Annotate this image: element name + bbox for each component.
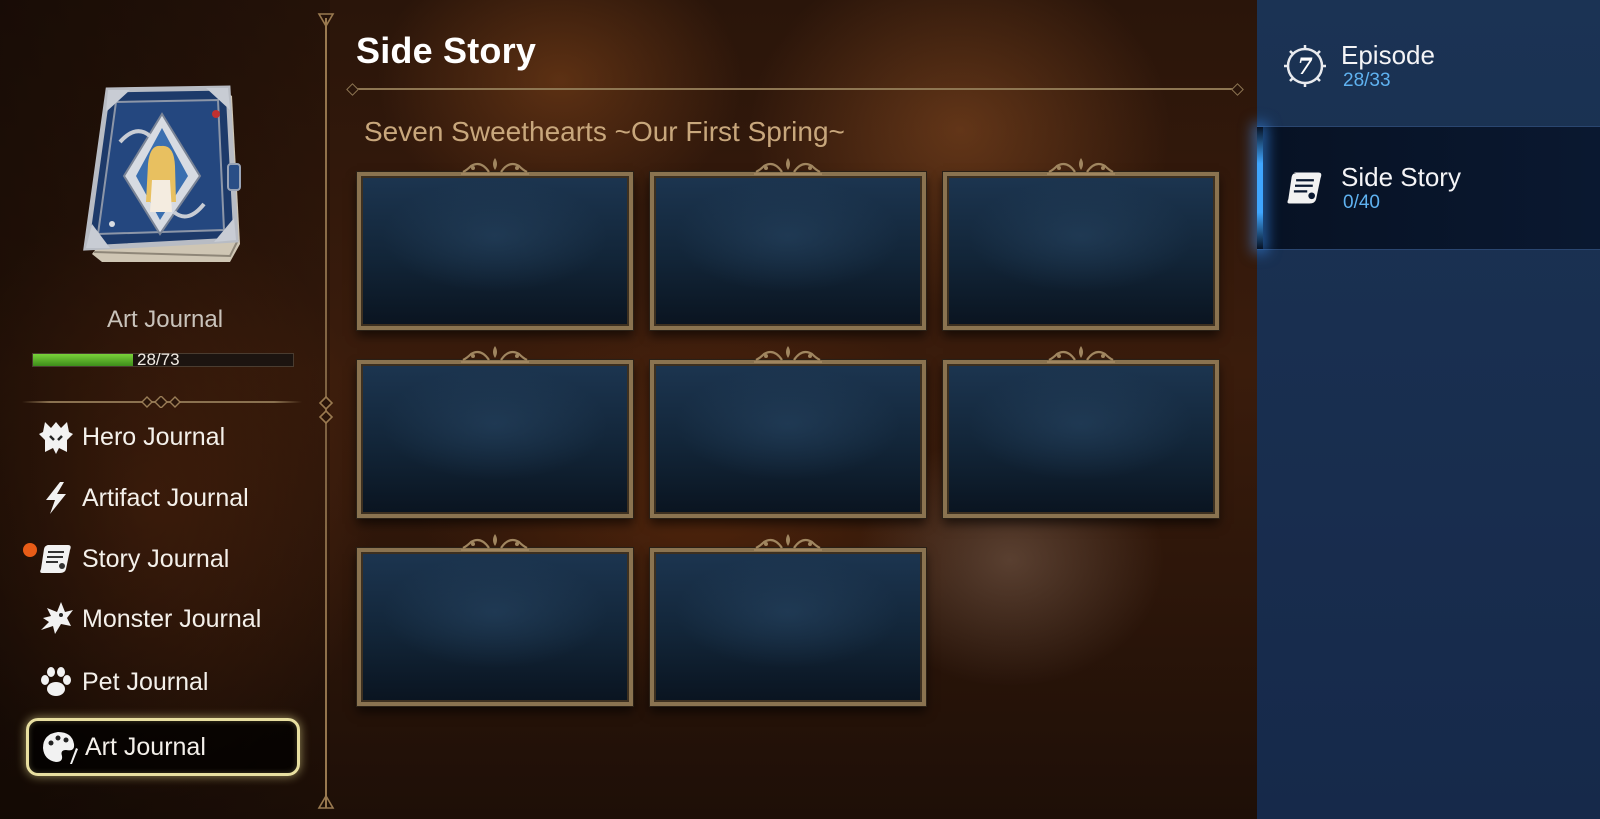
page-title: Side Story	[356, 30, 537, 71]
journal-title: Art Journal	[106, 306, 224, 333]
nav-label: Art Journal	[85, 732, 206, 761]
dragon-icon	[36, 599, 76, 639]
nav-label: Monster Journal	[82, 604, 262, 633]
frame-ornament-icon	[752, 344, 824, 364]
scroll-icon	[36, 539, 76, 579]
rail-ornament-icon	[317, 13, 335, 28]
art-slot-locked[interactable]	[357, 534, 633, 706]
category-count: 28/33	[1343, 70, 1391, 91]
category-panel: 7 Episode 28/33 Side Story 0/40	[1257, 0, 1600, 819]
category-name: Side Story	[1341, 162, 1461, 192]
frame-ornament-icon	[459, 532, 531, 552]
art-journal-book-icon	[80, 84, 245, 269]
frame-ornament-icon	[459, 344, 531, 364]
art-slot-locked[interactable]	[357, 158, 633, 330]
nav-label: Pet Journal	[82, 667, 209, 696]
frame-ornament-icon	[752, 532, 824, 552]
nav-label: Hero Journal	[82, 422, 226, 451]
palette-icon	[39, 727, 79, 767]
art-slot-locked[interactable]	[650, 346, 926, 518]
paw-icon	[36, 662, 76, 702]
category-side-story[interactable]: Side Story 0/40	[1257, 126, 1600, 250]
episode-7-icon: 7	[1281, 42, 1329, 90]
section-title: Seven Sweethearts ~Our First Spring~	[364, 116, 845, 147]
journal-progress-fill	[33, 354, 133, 366]
nav-story-journal[interactable]: Story Journal	[26, 530, 300, 588]
frame-ornament-icon	[459, 156, 531, 176]
scroll-icon	[1281, 164, 1329, 212]
category-count: 0/40	[1343, 192, 1380, 213]
nav-label: Artifact Journal	[82, 483, 249, 512]
nav-artifact-journal[interactable]: Artifact Journal	[26, 469, 300, 527]
nav-label: Story Journal	[82, 544, 230, 573]
nav-hero-journal[interactable]: Hero Journal	[26, 408, 300, 466]
art-slot-locked[interactable]	[357, 346, 633, 518]
art-slot-locked[interactable]	[943, 346, 1219, 518]
journal-progress-text: 28/73	[137, 350, 180, 369]
nav-monster-journal[interactable]: Monster Journal	[26, 590, 300, 648]
art-slot-locked[interactable]	[650, 158, 926, 330]
sidebar: Art Journal 28/73 Hero Journal Artifact …	[0, 0, 330, 819]
nav-pet-journal[interactable]: Pet Journal	[26, 653, 300, 711]
frame-ornament-icon	[752, 156, 824, 176]
title-divider	[354, 88, 1236, 90]
svg-text:7: 7	[1297, 54, 1313, 80]
art-slot-locked[interactable]	[650, 534, 926, 706]
rail-ornament-icon	[317, 794, 335, 809]
hero-helmet-icon	[36, 417, 76, 457]
frame-ornament-icon	[1045, 156, 1117, 176]
frame-ornament-icon	[1045, 344, 1117, 364]
category-name: Episode	[1341, 40, 1435, 70]
category-episode[interactable]: 7 Episode 28/33	[1257, 4, 1600, 128]
art-slot-locked[interactable]	[943, 158, 1219, 330]
nav-art-journal[interactable]: Art Journal	[26, 718, 300, 776]
divider-ornament-icon	[141, 396, 181, 408]
lightning-icon	[36, 478, 76, 518]
rail-ornament-icon	[318, 396, 334, 424]
selection-glow	[1257, 127, 1263, 249]
